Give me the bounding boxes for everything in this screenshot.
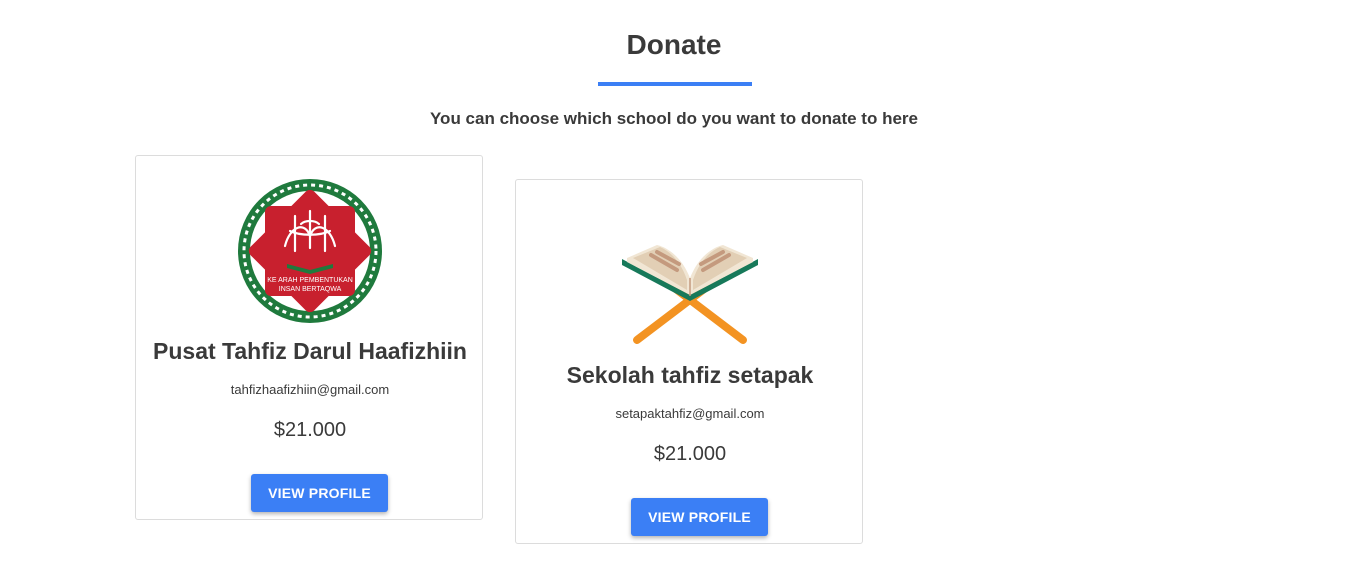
emblem-motto-line2: INSAN BERTAQWA: [279, 286, 342, 293]
school-name: Sekolah tahfiz setapak: [566, 362, 814, 388]
page-subtitle: You can choose which school do you want …: [429, 109, 918, 128]
school-logo-emblem: KE ARAH PEMBENTUKAN INSAN BERTAQWA: [236, 177, 384, 325]
school-card: KE ARAH PEMBENTUKAN INSAN BERTAQWA Pusat…: [135, 155, 483, 520]
donation-amount: $21.000: [653, 443, 727, 465]
school-email: tahfizhaafizhiin@gmail.com: [230, 382, 390, 397]
quran-on-stand-icon: [622, 245, 758, 344]
view-profile-button[interactable]: VIEW PROFILE: [251, 474, 388, 512]
page-title: Donate: [626, 29, 722, 60]
view-profile-button[interactable]: VIEW PROFILE: [631, 498, 768, 536]
school-email: setapaktahfiz@gmail.com: [615, 406, 765, 421]
donation-amount: $21.000: [273, 419, 347, 441]
emblem-motto-line1: KE ARAH PEMBENTUKAN: [267, 277, 353, 284]
title-underline: [598, 82, 752, 86]
school-card: Sekolah tahfiz setapak setapaktahfiz@gma…: [515, 179, 863, 544]
school-name: Pusat Tahfiz Darul Haafizhiin: [153, 338, 467, 364]
